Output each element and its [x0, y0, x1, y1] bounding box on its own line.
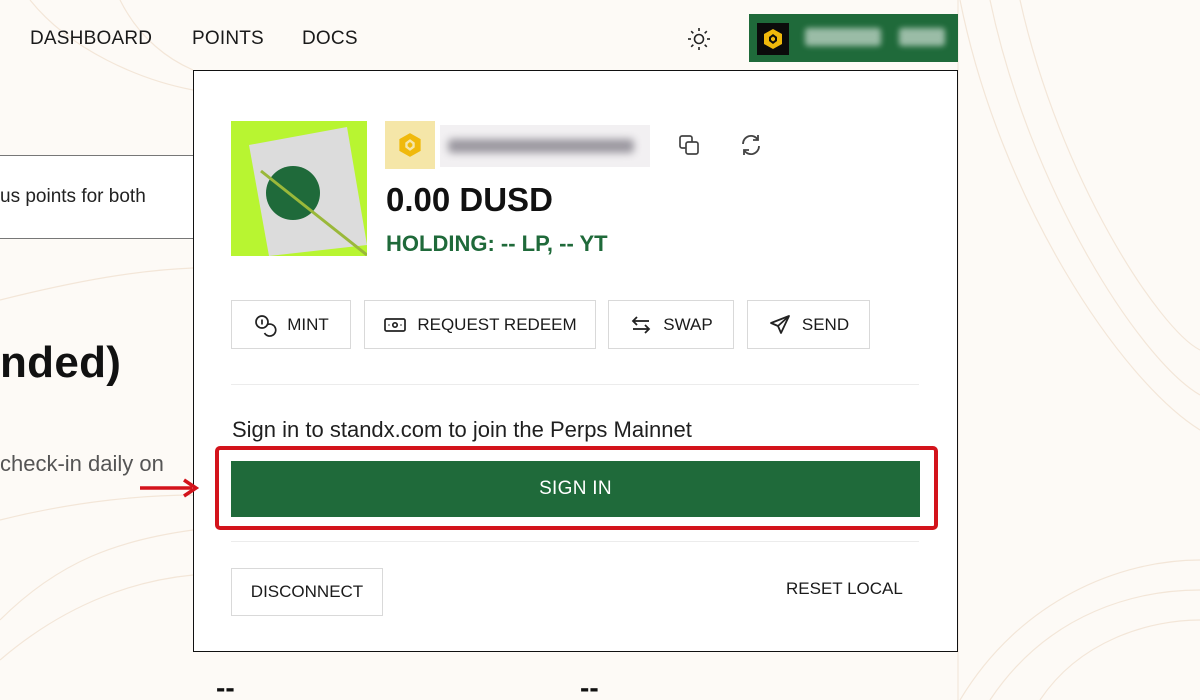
- stat-value: --: [216, 672, 235, 700]
- holding-summary: HOLDING: -- LP, -- YT: [386, 231, 608, 256]
- nav-docs[interactable]: DOCS: [302, 28, 358, 50]
- divider: [231, 384, 919, 385]
- wallet-dropdown-panel: 0.00 DUSD HOLDING: -- LP, -- YT MINT REQ…: [193, 70, 958, 652]
- request-redeem-button[interactable]: REQUEST REDEEM: [364, 300, 596, 349]
- wallet-balance-redacted: [899, 28, 945, 46]
- divider: [231, 541, 919, 542]
- stat-value: --: [580, 672, 599, 700]
- mint-button[interactable]: MINT: [231, 300, 351, 349]
- nav-dashboard[interactable]: DASHBOARD: [30, 28, 152, 50]
- refresh-icon[interactable]: [739, 133, 763, 157]
- send-button[interactable]: SEND: [747, 300, 870, 349]
- signin-message: Sign in to standx.com to join the Perps …: [232, 417, 692, 442]
- request-redeem-label: REQUEST REDEEM: [417, 314, 577, 334]
- coin-icon: [255, 314, 277, 337]
- send-icon: [769, 314, 790, 334]
- promo-text: us points for both: [0, 186, 146, 207]
- dusd-balance: 0.00 DUSD: [386, 181, 553, 218]
- theme-toggle-button[interactable]: [684, 24, 714, 54]
- swap-label: SWAP: [663, 314, 713, 334]
- nav-points[interactable]: POINTS: [192, 28, 264, 50]
- disconnect-button[interactable]: DISCONNECT: [231, 568, 383, 616]
- binance-icon: [757, 23, 789, 55]
- wallet-address-redacted: [440, 125, 650, 167]
- mint-label: MINT: [287, 314, 329, 334]
- wallet-address-redacted: [805, 28, 881, 46]
- send-label: SEND: [801, 314, 850, 334]
- arrow-right-icon: [140, 478, 200, 498]
- reset-local-button[interactable]: RESET LOCAL: [786, 579, 903, 599]
- banknote-icon: [384, 317, 407, 332]
- swap-button[interactable]: SWAP: [608, 300, 734, 349]
- swap-arrows-icon: [632, 315, 651, 334]
- section-heading: nded): [0, 338, 122, 387]
- wallet-button[interactable]: [749, 14, 958, 62]
- copy-icon[interactable]: [677, 133, 701, 157]
- highlight-box: [215, 446, 938, 530]
- binance-icon: [385, 121, 435, 169]
- section-subtext: check-in daily on: [0, 451, 164, 476]
- wallet-avatar: [231, 121, 367, 256]
- sun-icon: [688, 28, 710, 50]
